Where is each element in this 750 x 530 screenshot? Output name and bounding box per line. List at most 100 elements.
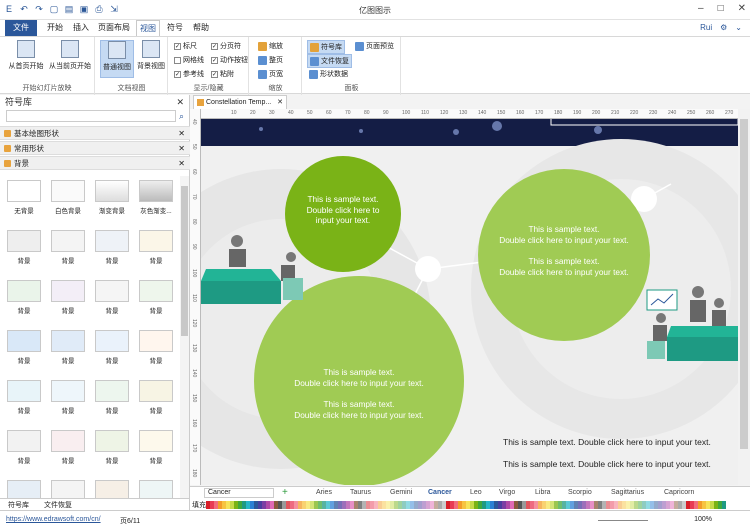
settings-icon[interactable]: ⚙ [720, 23, 727, 32]
shape-item[interactable]: 白色背景 [48, 180, 88, 215]
page-tab-active[interactable]: Cancer [428, 489, 452, 496]
shape-item[interactable]: 背景 [136, 280, 176, 315]
color-swatch[interactable] [722, 500, 726, 509]
library-basic-shapes[interactable]: 基本绘图形状 ✕ [0, 126, 190, 140]
library-scrollbar[interactable] [180, 176, 189, 499]
library-backgrounds[interactable]: 背景 ✕ [0, 156, 190, 170]
shape-data-button[interactable]: 形状数据 [309, 69, 348, 79]
zoom-slider[interactable] [598, 520, 648, 521]
shape-item[interactable]: 渐变背景 [92, 180, 132, 215]
zoom-button[interactable]: 缩放 [258, 41, 283, 51]
shape-item[interactable]: 背景 [48, 380, 88, 415]
library-common-shapes[interactable]: 常用形状 ✕ [0, 141, 190, 155]
page-break-checkbox[interactable]: ✓ 分页符 [211, 41, 241, 51]
shape-item[interactable]: 背景 [136, 380, 176, 415]
shape-item[interactable]: 灰色渐变... [136, 180, 176, 215]
page-tab[interactable]: Gemini [390, 489, 412, 496]
action-button-checkbox[interactable]: ✓ 动作按钮 [211, 55, 248, 65]
tab-file[interactable]: 文件 [5, 20, 37, 36]
drawing-canvas[interactable]: This is sample text. Double click here t… [201, 119, 738, 485]
shape-item[interactable]: 背景 [48, 330, 88, 365]
website-link[interactable]: https://www.edrawsoft.com/cn/ [6, 516, 101, 523]
from-current-page-button[interactable]: 从当前页开始 [48, 40, 92, 71]
color-swatch[interactable] [442, 500, 446, 509]
ruler-checkbox[interactable]: ✓ 标尺 [174, 41, 197, 51]
maximize-button[interactable]: □ [718, 3, 724, 14]
tab-symbol-library[interactable]: 符号库 [8, 500, 29, 510]
bubble-2-text-3[interactable]: This is sample text. [484, 256, 644, 267]
snap-checkbox[interactable]: ✓ 粘附 [211, 69, 234, 79]
close-icon[interactable]: ✕ [176, 95, 184, 109]
add-page-icon[interactable]: + [282, 487, 288, 498]
tab-help[interactable]: 帮助 [190, 20, 212, 36]
tab-view[interactable]: 视图 [136, 20, 160, 36]
bubble-1-text-1[interactable]: This is sample text. [293, 194, 393, 205]
current-page-select[interactable]: Cancer [204, 488, 274, 498]
bubble-1-text-2[interactable]: Double click here to [293, 205, 393, 216]
tab-symbol[interactable]: 符号 [164, 20, 186, 36]
symbol-library-button[interactable]: 符号库 [307, 40, 345, 54]
shape-item[interactable]: 背景 [136, 330, 176, 365]
page-tab[interactable]: Sagittarius [611, 489, 644, 496]
close-tab-icon[interactable]: ✕ [277, 96, 283, 109]
page-tab[interactable]: Aries [316, 489, 332, 496]
chevron-down-icon[interactable]: ⌄ [735, 23, 742, 32]
shape-item[interactable]: 背景 [4, 380, 44, 415]
shape-item[interactable]: 背景 [92, 330, 132, 365]
guide-checkbox[interactable]: ✓ 参考线 [174, 69, 204, 79]
document-tab[interactable]: Constellation Temp... ✕ [193, 95, 287, 109]
shape-item[interactable]: 背景 [136, 230, 176, 265]
shape-item[interactable]: 背景 [48, 480, 88, 499]
shape-item[interactable]: 背景 [92, 230, 132, 265]
file-recovery-button[interactable]: 文件恢复 [307, 54, 352, 68]
body-text-2[interactable]: This is sample text. Double click here t… [503, 459, 711, 469]
shape-item[interactable]: 背景 [4, 230, 44, 265]
page-tab[interactable]: Virgo [499, 489, 515, 496]
page-tab[interactable]: Capricorn [664, 489, 694, 496]
page-tab[interactable]: Leo [470, 489, 482, 496]
from-first-page-button[interactable]: 从首页开始 [6, 40, 46, 71]
shape-item[interactable]: 背景 [136, 430, 176, 465]
bubble-3-text-4[interactable]: Double click here to input your text. [279, 410, 439, 421]
normal-view-button[interactable]: 普通视图 [100, 40, 134, 78]
library-search-input[interactable] [6, 110, 176, 122]
bubble-3-text-1[interactable]: This is sample text. [279, 367, 439, 378]
grid-checkbox[interactable]: 网格线 [174, 55, 204, 65]
minimize-button[interactable]: – [698, 3, 704, 14]
bubble-2-text-2[interactable]: Double click here to input your text. [484, 235, 644, 246]
tab-page-layout[interactable]: 页面布局 [96, 20, 132, 36]
shape-item[interactable]: 背景 [92, 430, 132, 465]
fit-page-button[interactable]: 整页 [258, 55, 283, 65]
shape-item[interactable]: 背景 [4, 280, 44, 315]
canvas-vertical-scrollbar[interactable] [738, 109, 750, 485]
shape-item[interactable]: 背景 [48, 230, 88, 265]
shape-item[interactable]: 背景 [48, 430, 88, 465]
zoom-level[interactable]: 100% [694, 516, 712, 523]
shape-item[interactable]: 背景 [136, 480, 176, 499]
page-tab[interactable]: Taurus [350, 489, 371, 496]
shape-item[interactable]: 背景 [92, 480, 132, 499]
bubble-2-text-1[interactable]: This is sample text. [484, 224, 644, 235]
page-tab[interactable]: Libra [535, 489, 551, 496]
color-swatches[interactable] [206, 500, 726, 509]
search-icon[interactable]: ⌕ [179, 111, 184, 122]
page-preview-button[interactable]: 页面预览 [355, 41, 394, 51]
close-button[interactable]: ✕ [738, 3, 746, 14]
shape-item[interactable]: 背景 [92, 280, 132, 315]
bubble-3-text-3[interactable]: This is sample text. [279, 399, 439, 410]
bubble-1-text-3[interactable]: input your text. [293, 215, 393, 226]
tab-insert[interactable]: 插入 [70, 20, 92, 36]
shape-item[interactable]: 背景 [4, 480, 44, 499]
shape-item[interactable]: 背景 [48, 280, 88, 315]
shape-item[interactable]: 背景 [92, 380, 132, 415]
tab-file-recovery[interactable]: 文件恢复 [44, 500, 72, 510]
page-tab[interactable]: Scorpio [568, 489, 592, 496]
body-text-1[interactable]: This is sample text. Double click here t… [503, 437, 711, 447]
shape-item[interactable]: 背景 [4, 330, 44, 365]
bubble-3-text-2[interactable]: Double click here to input your text. [279, 378, 439, 389]
user-name[interactable]: Rui [700, 23, 712, 32]
bubble-2-text-4[interactable]: Double click here to input your text. [484, 267, 644, 278]
shape-item[interactable]: 背景 [4, 430, 44, 465]
tab-home[interactable]: 开始 [44, 20, 66, 36]
page-width-button[interactable]: 页宽 [258, 69, 283, 79]
